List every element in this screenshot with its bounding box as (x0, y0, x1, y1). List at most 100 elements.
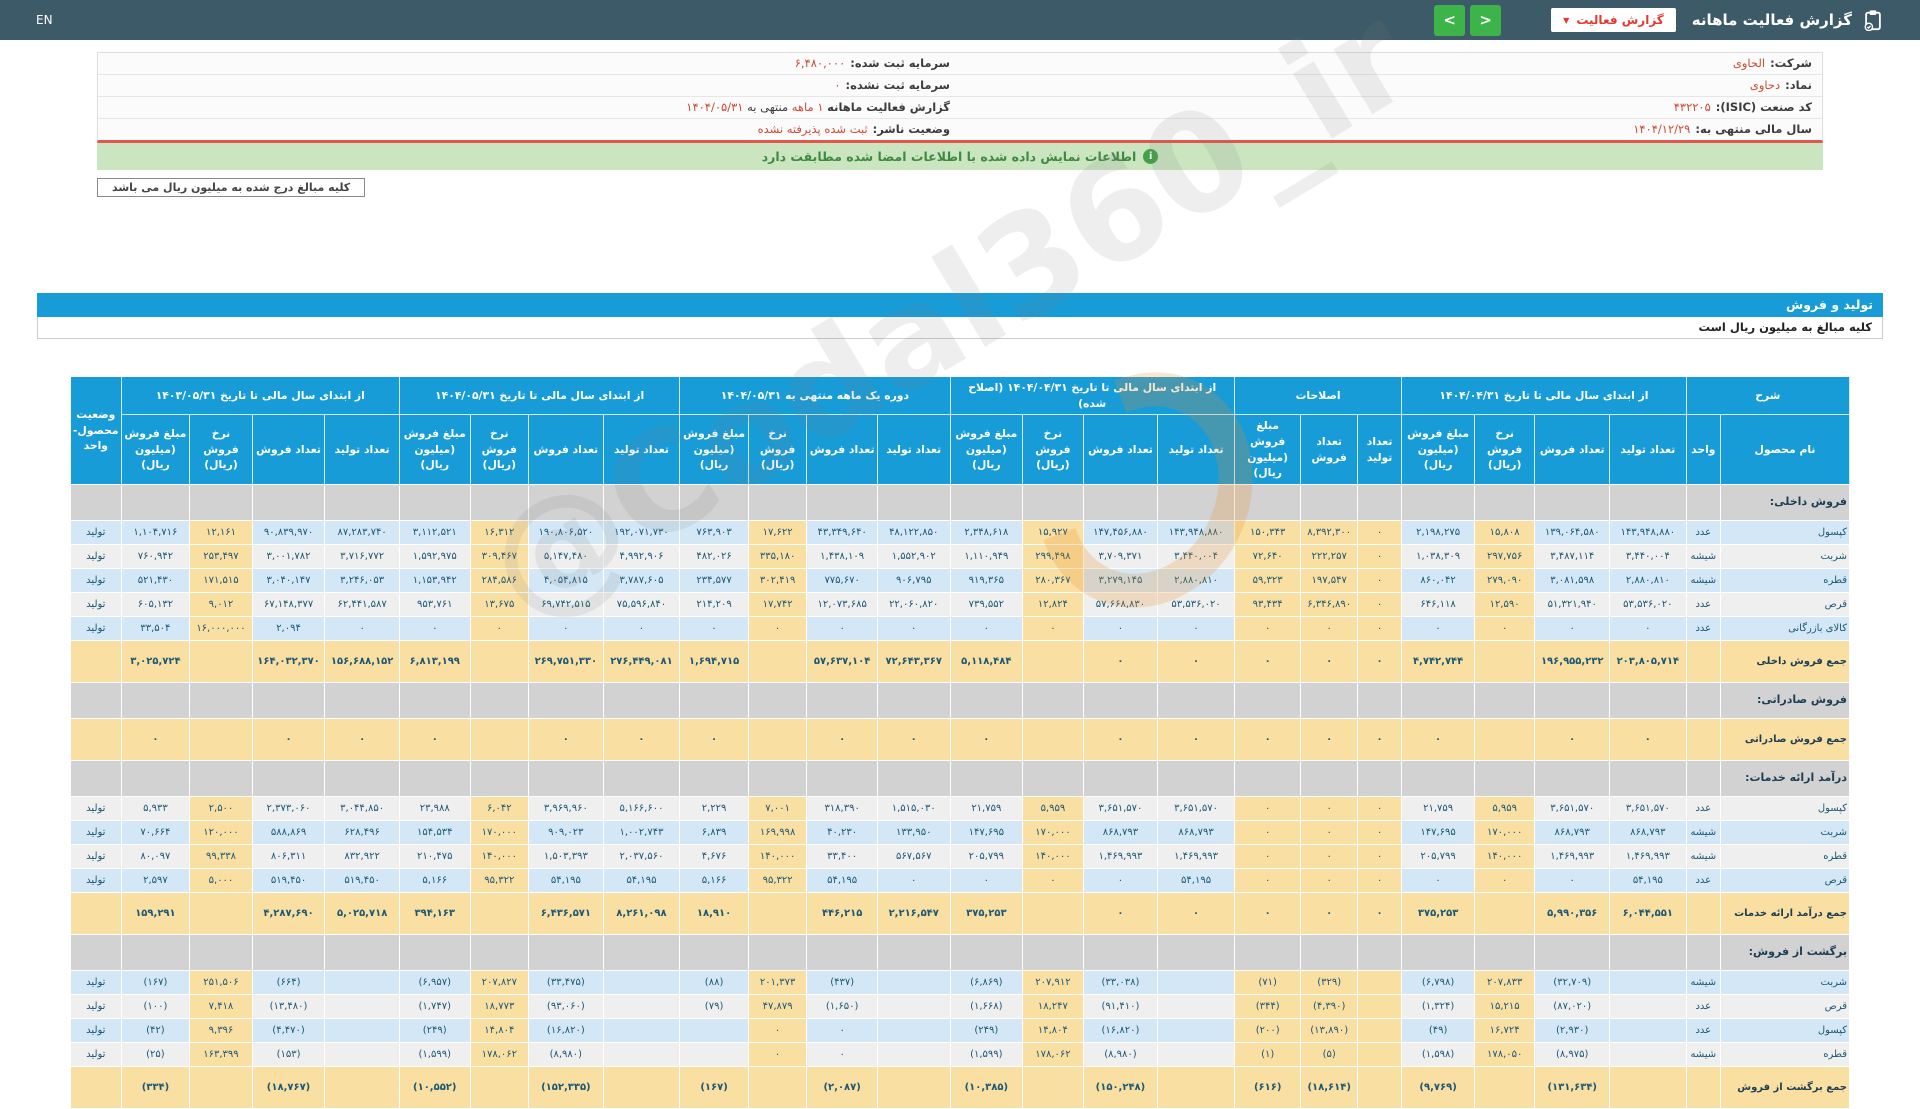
value-cell: ۹۹,۳۳۸ (190, 844, 253, 868)
value-cell: ۵۲۱,۴۳۰ (121, 568, 190, 592)
value-cell: (۱۰,۳۸۵) (950, 1066, 1023, 1108)
info-value-link[interactable]: دحاوی (1750, 78, 1780, 92)
unit-cell (1686, 640, 1720, 682)
nav-forward-button[interactable]: > (1470, 5, 1501, 36)
value-cell: (۹,۷۶۹) (1402, 1066, 1475, 1108)
value-cell: ۰ (1357, 820, 1401, 844)
status-cell: تولید (71, 844, 122, 868)
value-cell: ۹۱۹,۳۶۵ (950, 568, 1023, 592)
value-cell: ۲۵۳,۴۹۷ (190, 544, 253, 568)
value-cell (325, 1018, 400, 1042)
value-cell (470, 718, 528, 760)
product-name-cell: قطره (1720, 1042, 1849, 1066)
value-cell: (۱۶۷) (121, 970, 190, 994)
value-cell: (۶,۷۹۸) (1402, 970, 1475, 994)
value-cell: ۵۶۷,۵۶۷ (877, 844, 950, 868)
page-title: گزارش فعالیت ماهانه (1692, 11, 1852, 29)
value-cell: ۱۸,۲۴۷ (1023, 994, 1084, 1018)
column-header: نام محصول (1720, 415, 1849, 485)
value-cell: ۱۷۱,۵۱۵ (190, 568, 253, 592)
value-cell (1023, 682, 1084, 718)
value-cell: ۴,۹۹۲,۹۰۶ (603, 544, 680, 568)
value-cell: ۰ (950, 718, 1023, 760)
column-header: واحد (1686, 415, 1720, 485)
value-cell: (۱۶۷) (680, 1066, 749, 1108)
value-cell: ۸۶۸,۷۹۳ (1610, 820, 1687, 844)
product-name-cell: کالای بازرگانی (1720, 616, 1849, 640)
value-cell: ۶,۰۴۲ (470, 796, 528, 820)
value-cell: ۰ (399, 718, 470, 760)
value-cell: ۸۶۸,۷۹۳ (1535, 820, 1610, 844)
value-cell: ۰ (680, 718, 749, 760)
value-cell: ۶,۸۱۳,۱۹۹ (399, 640, 470, 682)
value-cell: ۱۶۳,۳۹۹ (190, 1042, 253, 1066)
value-cell: ۱,۵۹۲,۹۷۵ (399, 544, 470, 568)
value-cell: ۱,۴۶۹,۹۹۳ (1083, 844, 1158, 868)
value-cell: (۸۷,۰۲۰) (1535, 994, 1610, 1018)
column-header: مبلغ فروش (میلیون ریال) (399, 415, 470, 485)
value-cell (807, 484, 878, 520)
value-cell: ۳,۷۰۹,۳۷۱ (1083, 544, 1158, 568)
value-cell (1610, 682, 1687, 718)
product-name-cell: جمع فروش داخلی (1720, 640, 1849, 682)
value-cell: ۵,۱۶۶ (399, 868, 470, 892)
report-type-dropdown[interactable]: گزارش فعالیت ▼ (1551, 8, 1676, 32)
value-cell: ۰ (877, 718, 950, 760)
value-cell: ۷۵,۵۹۶,۸۴۰ (603, 592, 680, 616)
value-cell: ۰ (748, 1042, 806, 1066)
value-cell (190, 718, 253, 760)
value-cell (1158, 484, 1235, 520)
value-cell (1402, 934, 1475, 970)
report-type-label: گزارش فعالیت (1576, 13, 1663, 27)
value-cell: ۱,۱۱۰,۹۴۹ (950, 544, 1023, 568)
value-cell (748, 484, 806, 520)
column-header: تعداد فروش (1535, 415, 1610, 485)
status-cell: تولید (71, 994, 122, 1018)
value-cell (1083, 682, 1158, 718)
info-label: شرکت: (1770, 56, 1812, 70)
language-toggle[interactable]: EN (36, 13, 53, 27)
info-cell: شرکت: الحاوی (960, 53, 1822, 74)
value-cell: ۵,۱۴۷,۴۸۰ (529, 544, 604, 568)
value-cell (1158, 760, 1235, 796)
value-cell: ۰ (1234, 796, 1301, 820)
value-cell: ۴۷,۸۷۹ (748, 994, 806, 1018)
info-value-link[interactable]: الحاوی (1733, 56, 1765, 70)
value-cell (121, 682, 190, 718)
value-cell: ۰ (1234, 868, 1301, 892)
value-cell: ۰ (807, 718, 878, 760)
value-cell: ۵۱۹,۴۵۰ (325, 868, 400, 892)
value-cell (121, 760, 190, 796)
value-cell: (۶,۸۶۹) (950, 970, 1023, 994)
value-cell (1083, 484, 1158, 520)
value-cell: ۰ (399, 616, 470, 640)
value-cell: ۱۶۴,۰۳۲,۳۷۰ (252, 640, 325, 682)
column-header: نرخ فروش (ریال) (190, 415, 253, 485)
value-cell (603, 994, 680, 1018)
column-header: تعداد فروش (252, 415, 325, 485)
value-cell (1474, 1066, 1535, 1108)
value-cell: ۱,۴۶۹,۹۹۳ (1535, 844, 1610, 868)
value-cell: (۴۲) (121, 1018, 190, 1042)
value-cell: ۷۶۳,۹۰۳ (680, 520, 749, 544)
value-cell: ۲۰۷,۹۱۲ (1023, 970, 1084, 994)
value-cell: ۷۷۵,۶۷۰ (807, 568, 878, 592)
product-name-cell: قطره (1720, 844, 1849, 868)
value-cell: ۷,۰۰۱ (748, 796, 806, 820)
value-cell: ۲۲,۰۶۰,۸۲۰ (877, 592, 950, 616)
table-row: شربتشیشه۳,۴۴۰,۰۰۴۳,۴۸۷,۱۱۴۲۹۷,۷۵۶۱,۰۳۸,۳… (71, 544, 1850, 568)
value-cell (877, 760, 950, 796)
value-cell: ۱۹۰,۸۰۶,۵۲۰ (529, 520, 604, 544)
value-cell (1023, 934, 1084, 970)
value-cell (1610, 1042, 1687, 1066)
info-label: گزارش فعالیت ماهانه (827, 100, 950, 114)
value-cell: ۱۲,۰۷۳,۶۸۵ (807, 592, 878, 616)
unit-cell: شیشه (1686, 970, 1720, 994)
value-cell: ۶۷,۱۴۸,۳۷۷ (252, 592, 325, 616)
value-cell (603, 1018, 680, 1042)
value-cell: ۴۴۶,۲۱۵ (807, 892, 878, 934)
nav-back-button[interactable]: < (1434, 5, 1465, 36)
value-cell: ۲۱۰,۴۷۵ (399, 844, 470, 868)
unit-cell: عدد (1686, 868, 1720, 892)
value-cell: ۵۳,۵۳۶,۰۲۰ (1158, 592, 1235, 616)
